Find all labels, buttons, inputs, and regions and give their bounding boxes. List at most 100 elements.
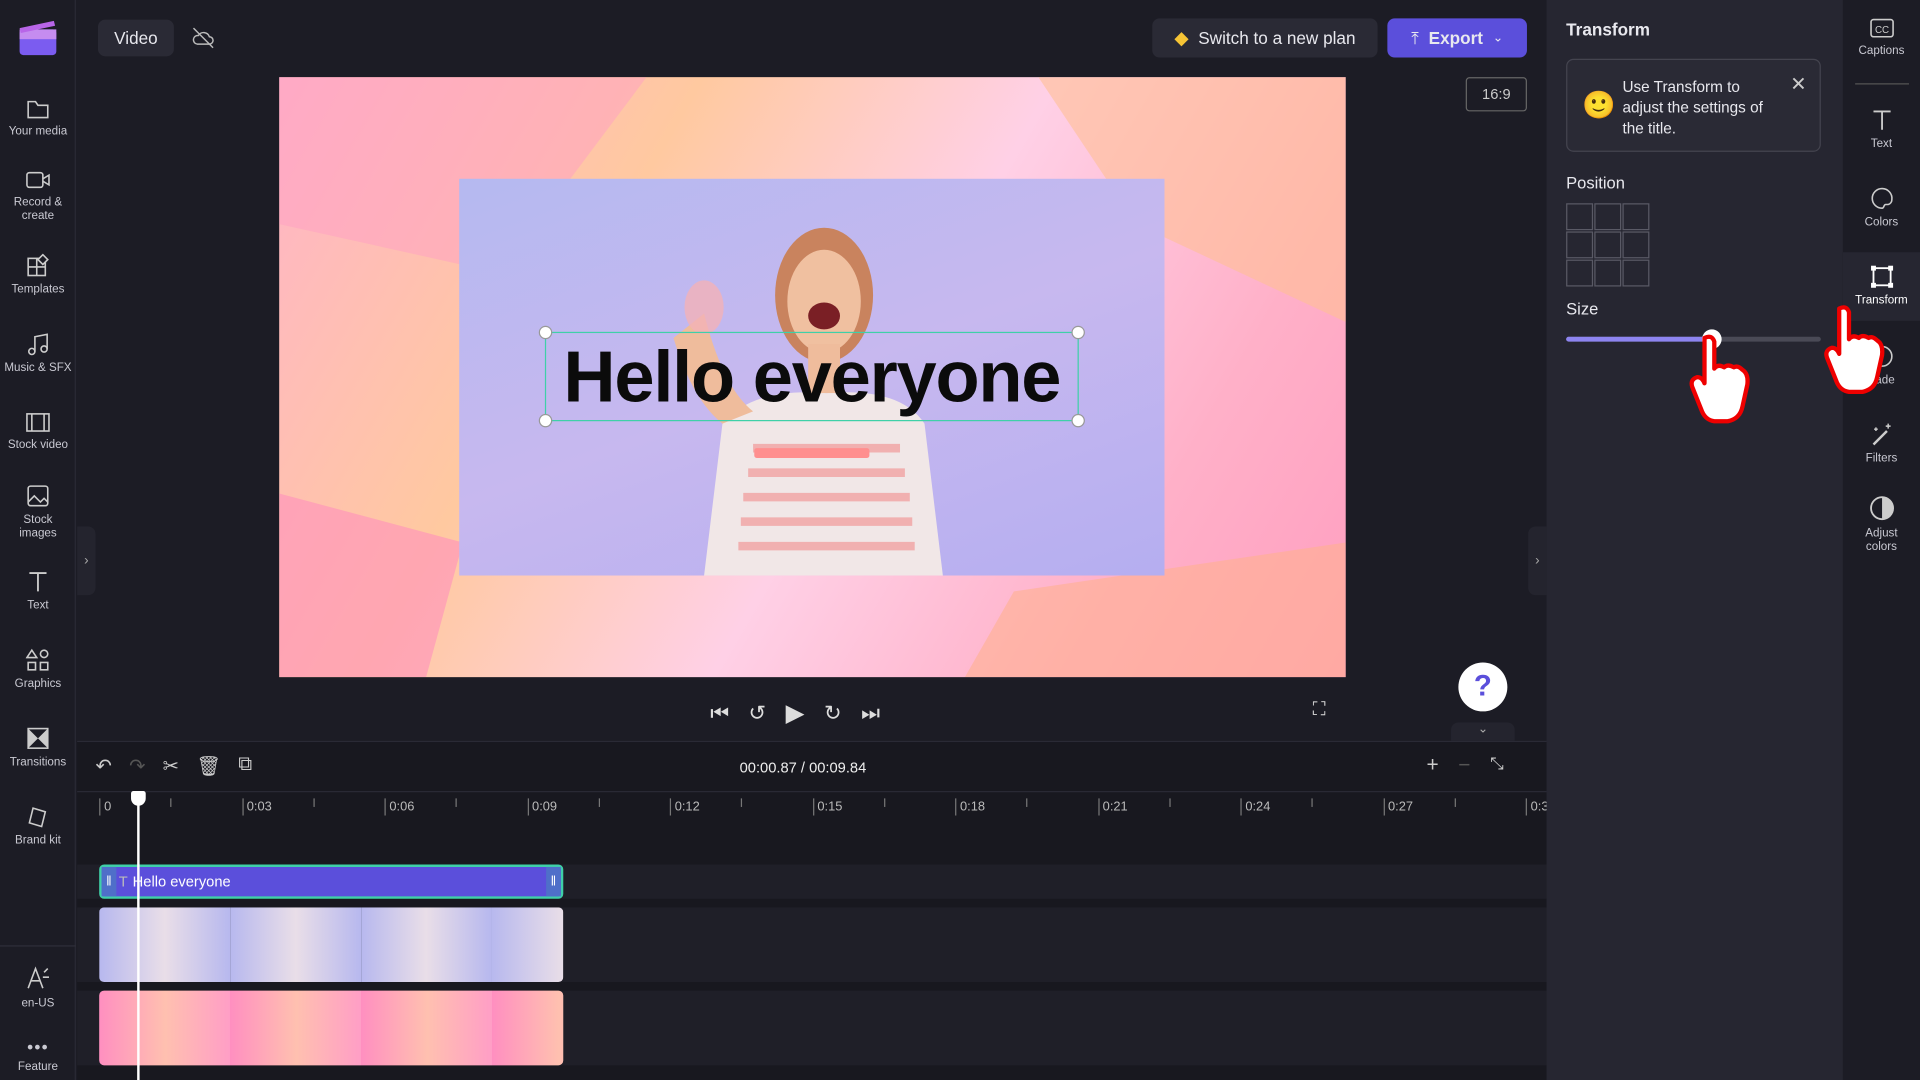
ruler-tick: 0:06 bbox=[384, 798, 414, 816]
redo-icon[interactable]: ↷ bbox=[129, 754, 145, 778]
sidebar-item-record-create[interactable]: Record & create bbox=[0, 169, 76, 223]
fit-timeline-icon[interactable]: ⤡ bbox=[1490, 753, 1504, 777]
size-label: Size bbox=[1566, 300, 1599, 319]
play-icon[interactable]: ▶ bbox=[786, 698, 805, 729]
sidebar-item-adjust-colors[interactable]: Adjust colors bbox=[1843, 495, 1920, 554]
language-button[interactable]: en-US bbox=[0, 965, 76, 1010]
expand-left-panel-button[interactable]: › bbox=[77, 526, 96, 596]
video-clip-track-item[interactable] bbox=[99, 907, 564, 983]
diamond-icon: ◆ bbox=[1174, 28, 1189, 49]
ruler-tick: 0:15 bbox=[812, 798, 842, 816]
sidebar-item-brand-kit[interactable]: Brand kit bbox=[0, 804, 76, 847]
thumbnail bbox=[99, 907, 230, 983]
chevron-down-icon: ⌄ bbox=[1492, 31, 1504, 45]
trim-handle-right[interactable]: ‖ bbox=[546, 866, 561, 897]
svg-text:CC: CC bbox=[1874, 25, 1888, 36]
ruler-minor-tick bbox=[740, 798, 743, 807]
feature-button[interactable]: ••• Feature bbox=[0, 1038, 76, 1074]
position-cell[interactable] bbox=[1566, 231, 1594, 259]
right-sidebar: CC Captions Text Colors Transform Fade Fi… bbox=[1842, 0, 1920, 1080]
resize-handle[interactable] bbox=[538, 413, 553, 428]
zoom-in-icon[interactable]: + bbox=[1427, 753, 1439, 777]
tip-card: 🙂 Use Transform to adjust the settings o… bbox=[1566, 58, 1821, 152]
position-grid[interactable] bbox=[1566, 203, 1650, 287]
position-cell[interactable] bbox=[1594, 231, 1622, 259]
tip-text: Use Transform to adjust the settings of … bbox=[1622, 78, 1763, 138]
time-display: 00:00.87 / 00:09.84 bbox=[739, 759, 867, 777]
background-clip[interactable] bbox=[99, 990, 564, 1066]
export-button[interactable]: ⤒ Export ⌄ bbox=[1387, 18, 1527, 58]
switch-plan-button[interactable]: ◆ Switch to a new plan bbox=[1152, 18, 1378, 58]
ruler-minor-tick bbox=[1311, 798, 1313, 807]
position-cell[interactable] bbox=[1566, 259, 1594, 287]
ruler-tick: 0:3 bbox=[1525, 798, 1549, 816]
zoom-out-icon[interactable]: − bbox=[1458, 753, 1470, 777]
ruler-tick: 0:09 bbox=[527, 798, 557, 816]
delete-icon[interactable]: 🗑 bbox=[196, 754, 221, 778]
video-preview[interactable]: Hello everyone bbox=[279, 77, 1346, 678]
resize-handle[interactable] bbox=[1071, 413, 1085, 428]
sidebar-item-filters[interactable]: Filters bbox=[1843, 422, 1920, 465]
close-icon[interactable]: ✕ bbox=[1790, 72, 1806, 96]
chevron-right-icon: › bbox=[84, 553, 89, 569]
sidebar-item-text[interactable]: Text bbox=[1843, 108, 1920, 151]
sidebar-item-stock-images[interactable]: Stock images bbox=[0, 484, 76, 540]
trim-handle-left[interactable]: ‖ bbox=[101, 866, 117, 897]
position-label: Position bbox=[1566, 173, 1625, 193]
ruler-minor-tick bbox=[170, 798, 172, 807]
position-cell[interactable] bbox=[1594, 203, 1622, 231]
position-cell[interactable] bbox=[1622, 203, 1650, 231]
transform-panel: Transform 🙂 Use Transform to adjust the … bbox=[1546, 0, 1843, 1080]
sidebar-item-music-sfx[interactable]: Music & SFX bbox=[0, 332, 76, 375]
sidebar-item-graphics[interactable]: Graphics bbox=[0, 648, 76, 691]
resize-handle[interactable] bbox=[538, 325, 553, 340]
image-icon bbox=[27, 485, 49, 507]
thumbnail bbox=[360, 907, 492, 983]
scissors-icon[interactable]: ✂ bbox=[163, 754, 179, 778]
divider bbox=[0, 945, 76, 947]
resize-handle[interactable] bbox=[1071, 325, 1085, 340]
skip-back-icon[interactable]: ⏮ bbox=[710, 701, 729, 725]
shapes-icon bbox=[25, 648, 49, 671]
skip-forward-icon[interactable]: ⏭ bbox=[861, 701, 880, 725]
palette-icon bbox=[1870, 187, 1893, 209]
film-icon bbox=[26, 413, 50, 432]
collapse-right-panel-button[interactable]: › bbox=[1528, 526, 1547, 596]
forward-5-icon[interactable]: ↻ bbox=[824, 701, 841, 725]
thumbnail bbox=[491, 907, 564, 983]
sidebar-item-templates[interactable]: Templates bbox=[0, 253, 76, 296]
fullscreen-icon[interactable]: ⛶ bbox=[1313, 699, 1326, 720]
hand-cursor-icon bbox=[1824, 305, 1885, 394]
project-name[interactable]: Video bbox=[97, 19, 174, 57]
ruler-minor-tick bbox=[1168, 798, 1171, 807]
sidebar-item-stock-video[interactable]: Stock video bbox=[0, 411, 76, 452]
sidebar-item-your-media[interactable]: Your media bbox=[0, 98, 76, 138]
position-cell[interactable] bbox=[1594, 259, 1622, 287]
playhead[interactable] bbox=[131, 791, 146, 1080]
cloud-off-icon[interactable] bbox=[191, 27, 215, 55]
panel-title: Transform bbox=[1566, 19, 1650, 40]
collapse-timeline-button[interactable]: ⌄ bbox=[1451, 722, 1515, 743]
contrast-icon bbox=[1869, 496, 1894, 521]
sidebar-item-colors[interactable]: Colors bbox=[1843, 186, 1920, 229]
position-cell[interactable] bbox=[1622, 231, 1650, 259]
add-clip-icon[interactable]: ⧉ bbox=[238, 754, 252, 778]
aspect-ratio-button[interactable]: 16:9 bbox=[1465, 77, 1527, 112]
sidebar-item-captions[interactable]: CC Captions bbox=[1843, 17, 1920, 58]
sidebar-item-transitions[interactable]: Transitions bbox=[0, 726, 76, 769]
rewind-5-icon[interactable]: ↺ bbox=[749, 701, 766, 725]
help-button[interactable]: ? bbox=[1458, 662, 1508, 712]
ruler-minor-tick bbox=[1454, 798, 1456, 807]
position-cell[interactable] bbox=[1622, 259, 1650, 287]
title-selection-box[interactable]: Hello everyone bbox=[538, 325, 1085, 428]
sidebar-item-text[interactable]: Text bbox=[0, 569, 76, 612]
title-text[interactable]: Hello everyone bbox=[546, 333, 1077, 420]
undo-icon[interactable]: ↶ bbox=[96, 754, 112, 778]
language-icon bbox=[27, 966, 49, 989]
chevron-right-icon: › bbox=[1535, 553, 1540, 569]
ruler-tick: 0:27 bbox=[1383, 798, 1413, 816]
thumbnail bbox=[229, 907, 361, 983]
text-clip[interactable]: ‖ T Hello everyone ‖ bbox=[99, 864, 564, 899]
position-cell[interactable] bbox=[1566, 203, 1594, 231]
ruler-tick: 0:12 bbox=[669, 798, 700, 816]
